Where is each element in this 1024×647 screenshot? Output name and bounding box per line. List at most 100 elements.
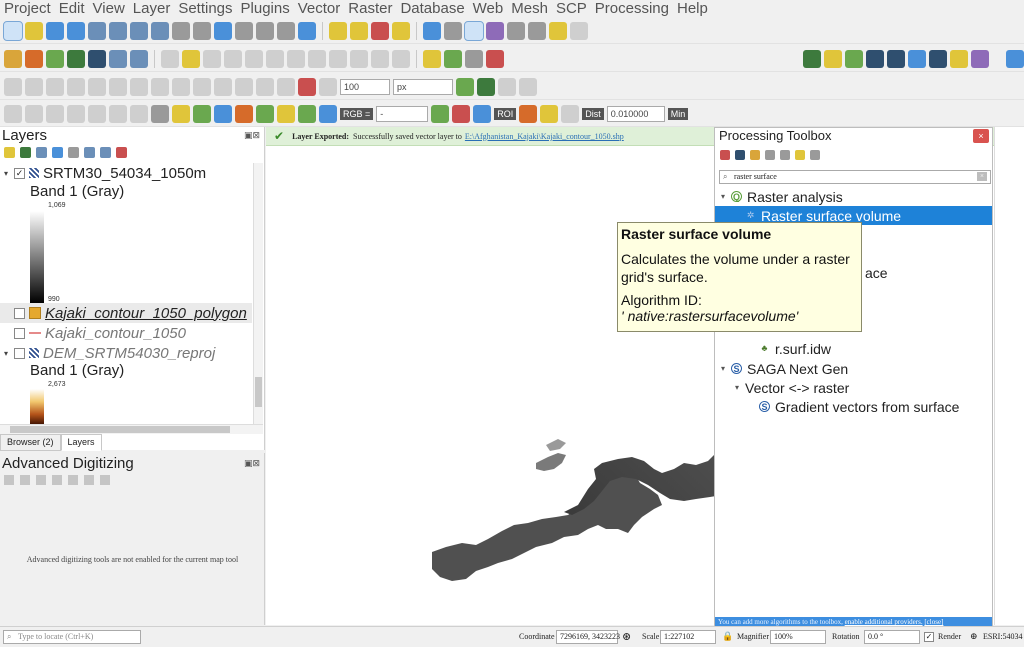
menu-vector[interactable]: Vector	[294, 0, 345, 17]
python-script-icon[interactable]	[750, 150, 760, 160]
scripts-icon[interactable]	[735, 150, 745, 160]
delete-ring-icon[interactable]	[151, 77, 169, 96]
redo-icon[interactable]	[392, 49, 410, 68]
tree-item-gradient-vectors[interactable]: S Gradient vectors from surface	[715, 397, 992, 416]
close-icon[interactable]: ×	[973, 129, 989, 143]
vertex-tool-icon[interactable]	[245, 49, 263, 68]
cad-options-icon[interactable]	[100, 475, 110, 485]
rotate-feature-icon[interactable]	[46, 77, 64, 96]
menu-database[interactable]: Database	[396, 0, 468, 17]
menu-project[interactable]: Project	[0, 0, 55, 17]
green-circle-icon[interactable]	[193, 104, 211, 123]
delete-icon[interactable]	[287, 49, 305, 68]
collapse-all-icon[interactable]	[100, 147, 111, 158]
tree-item-saga[interactable]: ▾ S SAGA Next Gen	[715, 359, 992, 378]
mask-icon[interactable]	[151, 104, 169, 123]
identify-icon[interactable]	[423, 21, 441, 40]
layer-row-dem[interactable]: ▾ DEM_SRTM54030_reproj	[0, 343, 215, 363]
measure-icon[interactable]	[507, 21, 525, 40]
layers-horizontal-scrollbar[interactable]	[0, 424, 263, 434]
scp-icon[interactable]	[235, 104, 253, 123]
scp-zoom-icon[interactable]	[256, 104, 274, 123]
tree-item-vector-raster[interactable]: ▾ Vector <-> raster	[715, 378, 992, 397]
select-location-icon[interactable]	[392, 21, 410, 40]
scp-add-icon[interactable]	[540, 104, 559, 123]
shape-digitize-icon[interactable]	[4, 104, 22, 123]
snapping-mode-icon[interactable]	[319, 77, 337, 96]
tree-item-raster-analysis[interactable]: ▾ Q Raster analysis	[715, 187, 992, 206]
menu-help[interactable]: Help	[673, 0, 712, 17]
reshape-icon[interactable]	[4, 77, 22, 96]
cad-snap-icon[interactable]	[68, 475, 78, 485]
copy-icon[interactable]	[329, 49, 347, 68]
rotation-field[interactable]: 0.0 °	[864, 630, 920, 644]
history-icon[interactable]	[765, 150, 775, 160]
remove-layer-icon[interactable]	[116, 147, 127, 158]
layer-row-srtm[interactable]: ▾ ✓ SRTM30_54034_1050m	[0, 163, 206, 183]
edit-icon[interactable]	[161, 49, 179, 68]
menu-view[interactable]: View	[89, 0, 129, 17]
scale-field[interactable]: 1:227102	[660, 630, 716, 644]
scrollbar-thumb[interactable]	[10, 426, 230, 433]
units-select[interactable]: px	[393, 78, 453, 95]
label-icon[interactable]	[423, 49, 441, 68]
coordinate-field[interactable]: 7296169, 3423223	[556, 630, 620, 644]
add-wfs-icon[interactable]	[130, 49, 148, 68]
add-raster-icon[interactable]	[67, 49, 85, 68]
menu-processing[interactable]: Processing	[591, 0, 673, 17]
zoom-out-icon[interactable]	[67, 21, 85, 40]
cad-settings-icon[interactable]	[84, 475, 94, 485]
split-features-icon[interactable]	[193, 77, 211, 96]
rotate-point-icon[interactable]	[277, 77, 295, 96]
plugin-smile-icon[interactable]	[950, 49, 968, 68]
add-part-icon[interactable]	[109, 77, 127, 96]
plugin-globe-icon[interactable]	[887, 49, 905, 68]
options-icon[interactable]	[810, 150, 820, 160]
clear-search-icon[interactable]: ×	[977, 172, 987, 181]
menu-settings[interactable]: Settings	[174, 0, 236, 17]
scp-signature-icon[interactable]	[431, 104, 450, 123]
merge-attributes-icon[interactable]	[256, 77, 274, 96]
expand-arrow-icon[interactable]: ▾	[0, 349, 12, 358]
self-snap-icon[interactable]	[519, 77, 537, 96]
add-group-icon[interactable]	[20, 147, 31, 158]
panel-float-close-icon[interactable]: ▣⊠	[244, 130, 260, 141]
scrollbar-thumb[interactable]	[255, 377, 262, 407]
tips-icon[interactable]	[549, 21, 567, 40]
intersection-icon[interactable]	[498, 77, 516, 96]
filter-icon[interactable]	[52, 147, 63, 158]
menu-raster[interactable]: Raster	[344, 0, 396, 17]
toggle-icon[interactable]	[109, 104, 127, 123]
layer-row-contour-line[interactable]: Kajaki_contour_1050	[0, 323, 186, 343]
tab-layers[interactable]: Layers	[60, 434, 102, 451]
new-map-view-icon[interactable]	[214, 21, 232, 40]
select-features-icon[interactable]	[329, 21, 347, 40]
cut-icon[interactable]	[308, 49, 326, 68]
temporal-icon[interactable]	[277, 21, 295, 40]
menu-plugins[interactable]: Plugins	[237, 0, 294, 17]
magnifier-field[interactable]: 100%	[770, 630, 826, 644]
zoom-last-icon[interactable]	[172, 21, 190, 40]
show-bookmarks-icon[interactable]	[256, 21, 274, 40]
zoom-next-icon[interactable]	[193, 21, 211, 40]
add-mesh-icon[interactable]	[88, 49, 106, 68]
label-pin-icon[interactable]	[444, 49, 462, 68]
zoom-window-icon[interactable]	[214, 104, 232, 123]
cad-construction-icon[interactable]	[20, 475, 30, 485]
crs-label[interactable]: ESRI:54034	[983, 632, 1023, 641]
plugin-arrows-icon[interactable]	[803, 49, 821, 68]
undo-icon[interactable]	[371, 49, 389, 68]
layer-visibility-checkbox[interactable]	[14, 327, 25, 339]
label-rotate-icon[interactable]	[486, 49, 504, 68]
fill-ring-icon[interactable]	[130, 77, 148, 96]
tree-item-r-surf-idw[interactable]: ♣ r.surf.idw	[715, 339, 992, 358]
menu-scp[interactable]: SCP	[552, 0, 591, 17]
cad-enable-icon[interactable]	[4, 475, 14, 485]
paste-icon[interactable]	[350, 49, 368, 68]
scp-bands-icon[interactable]	[277, 104, 295, 123]
save-edits-icon[interactable]	[203, 49, 221, 68]
plugin-triangle-icon[interactable]	[845, 49, 863, 68]
processing-search-input[interactable]: ⌕ raster surface ×	[719, 170, 991, 184]
pencil-icon[interactable]	[182, 49, 200, 68]
simplify-icon[interactable]	[67, 77, 85, 96]
